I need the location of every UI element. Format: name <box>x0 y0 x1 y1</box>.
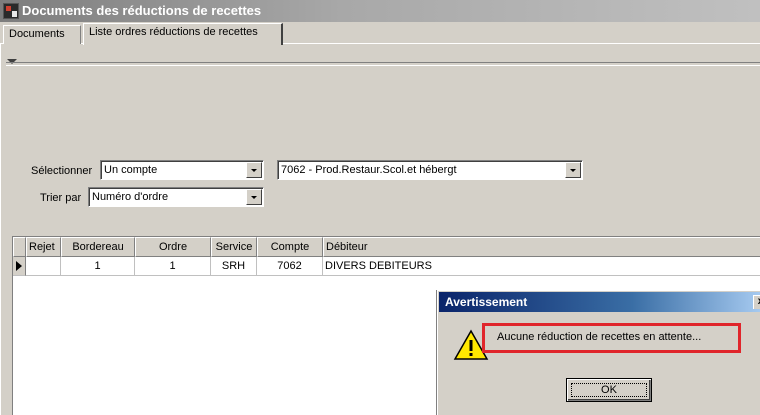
row-pointer-icon <box>16 261 22 271</box>
header-compte[interactable]: Compte <box>257 237 323 257</box>
window-title: Documents des réductions de recettes <box>22 3 262 18</box>
row-indicator <box>13 257 26 276</box>
select-combo[interactable]: Un compte <box>100 160 264 180</box>
tab-bar: Documents Liste ordres réductions de rec… <box>0 22 760 45</box>
window-titlebar: Documents des réductions de recettes <box>0 0 760 22</box>
grid-header: Rejet Bordereau Ordre Service Compte Déb… <box>13 237 760 257</box>
chevron-down-icon[interactable] <box>246 189 262 205</box>
panel-splitter[interactable] <box>6 62 760 66</box>
app-icon <box>3 3 19 19</box>
cell-service[interactable]: SRH <box>211 257 257 276</box>
chevron-down-icon[interactable] <box>565 162 581 178</box>
dialog-title: Avertissement <box>445 295 528 309</box>
header-debiteur[interactable]: Débiteur <box>323 237 760 257</box>
sort-combo-value: Numéro d'ordre <box>92 191 169 203</box>
close-icon[interactable]: x <box>753 295 760 309</box>
account-combo[interactable]: 7062 - Prod.Restaur.Scol.et hébergt <box>277 160 583 180</box>
warning-dialog: Avertissement x Aucune réduction de rece… <box>437 290 760 415</box>
header-ordre[interactable]: Ordre <box>135 237 211 257</box>
cell-debiteur[interactable]: DIVERS DEBITEURS <box>323 257 760 276</box>
select-label: Sélectionner <box>31 165 93 177</box>
tab-liste-ordres[interactable]: Liste ordres réductions de recettes <box>83 23 283 45</box>
account-combo-value: 7062 - Prod.Restaur.Scol.et hébergt <box>281 164 457 176</box>
dialog-titlebar: Avertissement x <box>439 292 760 312</box>
header-service[interactable]: Service <box>211 237 257 257</box>
header-rejet[interactable]: Rejet <box>26 237 61 257</box>
cell-compte[interactable]: 7062 <box>257 257 323 276</box>
sort-label: Trier par <box>40 192 82 204</box>
cell-rejet[interactable] <box>26 257 61 276</box>
table-row[interactable]: 1 1 SRH 7062 DIVERS DEBITEURS <box>13 257 760 276</box>
sort-combo[interactable]: Numéro d'ordre <box>88 187 264 207</box>
ok-button[interactable]: OK <box>566 378 652 402</box>
cell-ordre[interactable]: 1 <box>135 257 211 276</box>
header-bordereau[interactable]: Bordereau <box>61 237 135 257</box>
select-combo-value: Un compte <box>104 164 158 176</box>
header-indicator <box>13 237 26 257</box>
focus-rect <box>571 383 647 397</box>
cell-bordereau[interactable]: 1 <box>61 257 135 276</box>
dialog-message: Aucune réduction de recettes en attente.… <box>482 323 741 353</box>
chevron-down-icon[interactable] <box>246 162 262 178</box>
tab-documents[interactable]: Documents <box>3 25 81 44</box>
